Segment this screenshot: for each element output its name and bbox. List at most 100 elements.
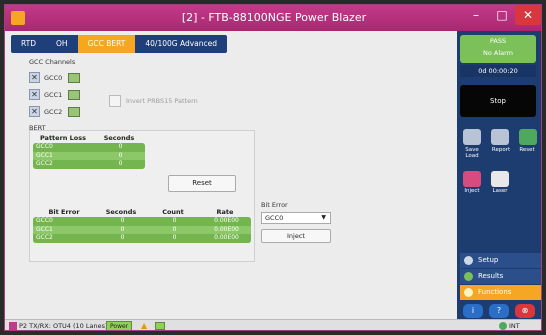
table-row: GCC0 0 0 0.00E00 (33, 217, 251, 226)
functions-button[interactable]: Functions (460, 285, 541, 300)
tab-40-100g-advanced[interactable]: 40/100G Advanced (135, 35, 227, 53)
reset-icon[interactable] (519, 129, 537, 145)
table-row: GCC2 0 0 0.00E00 (33, 234, 251, 243)
save-load-icon[interactable] (463, 129, 481, 145)
rate-value: 0.00E00 (214, 217, 239, 224)
power-badge: Power (106, 321, 133, 330)
seconds-value: 0 (118, 160, 123, 167)
maximize-button[interactable]: □ (489, 5, 515, 25)
bit-error-label: Bit Error (261, 201, 288, 209)
report-icon[interactable] (491, 129, 509, 145)
seconds-value: 0 (120, 225, 125, 233)
tab-rtd[interactable]: RTD (11, 35, 46, 53)
table-row: GCC1 0 (33, 151, 145, 160)
seconds-value: 0 (118, 143, 123, 150)
column-header: Rate (216, 208, 234, 216)
count-value: 0 (172, 234, 177, 241)
table-body: GCC0 0 GCC1 0 GCC2 0 (33, 143, 145, 169)
rate-value: 0.00E00 (214, 234, 239, 241)
results-icon (464, 272, 473, 281)
status-bar: P2 TX/RX: OTU4 (10 Lanes) Power ▲ INT (5, 319, 541, 330)
status-icon (155, 322, 165, 330)
gcc-disable-icon[interactable]: ✕ (29, 89, 40, 100)
results-label: Results (478, 272, 504, 280)
inject-label: Inject (464, 188, 480, 194)
gcc-channel-row: ✕ GCC0 (29, 71, 80, 84)
gcc-status-icon (68, 106, 80, 117)
table-row: GCC2 0 (33, 160, 145, 169)
report-label: Report (491, 147, 511, 153)
elapsed-timer: 0d 00:00:20 (478, 67, 518, 75)
minimize-button[interactable]: – (463, 5, 489, 25)
gcc-status-icon (68, 89, 80, 100)
row-label: GCC2 (36, 160, 53, 167)
seconds-value: 0 (120, 217, 125, 224)
invert-pattern-label: Invert PRBS15 Pattern (126, 97, 198, 105)
column-header: Bit Error (48, 208, 80, 216)
seconds-value: 0 (120, 234, 125, 241)
row-label: GCC1 (36, 225, 53, 233)
wrench-icon (464, 288, 473, 297)
stop-button[interactable]: Stop (460, 85, 536, 117)
title-bar: [2] - FTB-88100NGE Power Blazer – □ ✕ (5, 5, 541, 31)
port-status-text: P2 TX/RX: OTU4 (10 Lanes) (19, 322, 108, 330)
window-title: [2] - FTB-88100NGE Power Blazer (181, 11, 367, 24)
invert-pattern-checkbox[interactable] (109, 95, 121, 107)
table-row: GCC1 0 0 0.00E00 (33, 225, 251, 234)
close-button[interactable]: ✕ (515, 5, 541, 25)
clock-icon (499, 322, 507, 330)
count-value: 0 (172, 217, 177, 224)
table-header: Bit Error Seconds Count Rate (33, 208, 251, 217)
exit-button[interactable]: ⊗ (515, 304, 535, 318)
gcc-channel-row: ✕ GCC2 (29, 105, 80, 118)
row-label: GCC0 (36, 143, 53, 150)
gcc-disable-icon[interactable]: ✕ (29, 106, 40, 117)
column-header: Pattern Loss (39, 134, 87, 142)
gear-icon (464, 256, 473, 265)
functions-label: Functions (478, 288, 512, 296)
setup-button[interactable]: Setup (460, 253, 541, 268)
tab-oh[interactable]: OH (46, 35, 78, 53)
chevron-down-icon: ▼ (321, 214, 326, 221)
tab-gcc-bert[interactable]: GCC BERT (77, 35, 136, 53)
right-panel: PASS No Alarm 0d 00:00:20 Stop Save Load… (457, 31, 541, 319)
row-label: GCC2 (36, 234, 53, 241)
row-label: GCC0 (36, 217, 53, 224)
app-window: [2] - FTB-88100NGE Power Blazer – □ ✕ RT… (4, 4, 542, 331)
column-header: Seconds (105, 208, 137, 216)
results-button[interactable]: Results (460, 269, 541, 284)
pattern-loss-table: Pattern Loss Seconds GCC0 0 GCC1 0 GCC2 … (33, 134, 145, 169)
gcc-select[interactable]: GCC0 ▼ (261, 212, 331, 224)
inject-icon[interactable] (463, 171, 481, 187)
gcc-channel-label: GCC0 (44, 73, 63, 82)
column-header: Seconds (103, 134, 135, 142)
table-row: GCC0 0 (33, 143, 145, 152)
seconds-value: 0 (118, 151, 123, 159)
row-label: GCC1 (36, 151, 53, 159)
reset-button[interactable]: Reset (168, 175, 236, 192)
gcc-channels-title: GCC Channels (29, 58, 76, 66)
table-header: Pattern Loss Seconds (33, 134, 145, 143)
warning-icon: ▲ (141, 321, 148, 330)
alarm-status: No Alarm (482, 49, 514, 57)
setup-label: Setup (478, 256, 499, 264)
pass-status-box: PASS No Alarm (460, 35, 536, 63)
laser-label: Laser (492, 188, 508, 194)
help-button[interactable]: ? (489, 304, 509, 318)
gcc-status-icon (68, 72, 80, 83)
info-button[interactable]: i (463, 304, 483, 318)
gcc-channel-row: ✕ GCC1 (29, 88, 80, 101)
gcc-disable-icon[interactable]: ✕ (29, 72, 40, 83)
bit-error-table: Bit Error Seconds Count Rate GCC0 0 0 0.… (33, 208, 251, 243)
count-value: 0 (172, 225, 177, 233)
pass-status: PASS (489, 37, 507, 45)
main-content: RTD OH GCC BERT 40/100G Advanced GCC Cha… (5, 31, 457, 319)
laser-warning-icon[interactable] (491, 171, 509, 187)
reset-label: Reset (519, 147, 535, 153)
gcc-select-value: GCC0 (265, 214, 284, 222)
inject-button[interactable]: Inject (261, 229, 331, 243)
table-body: GCC0 0 0 0.00E00 GCC1 0 0 0.00E00 GCC2 0… (33, 217, 251, 243)
gcc-channel-label: GCC2 (44, 107, 63, 116)
timer-box: 0d 00:00:20 (460, 65, 536, 77)
column-header: Count (162, 208, 184, 216)
